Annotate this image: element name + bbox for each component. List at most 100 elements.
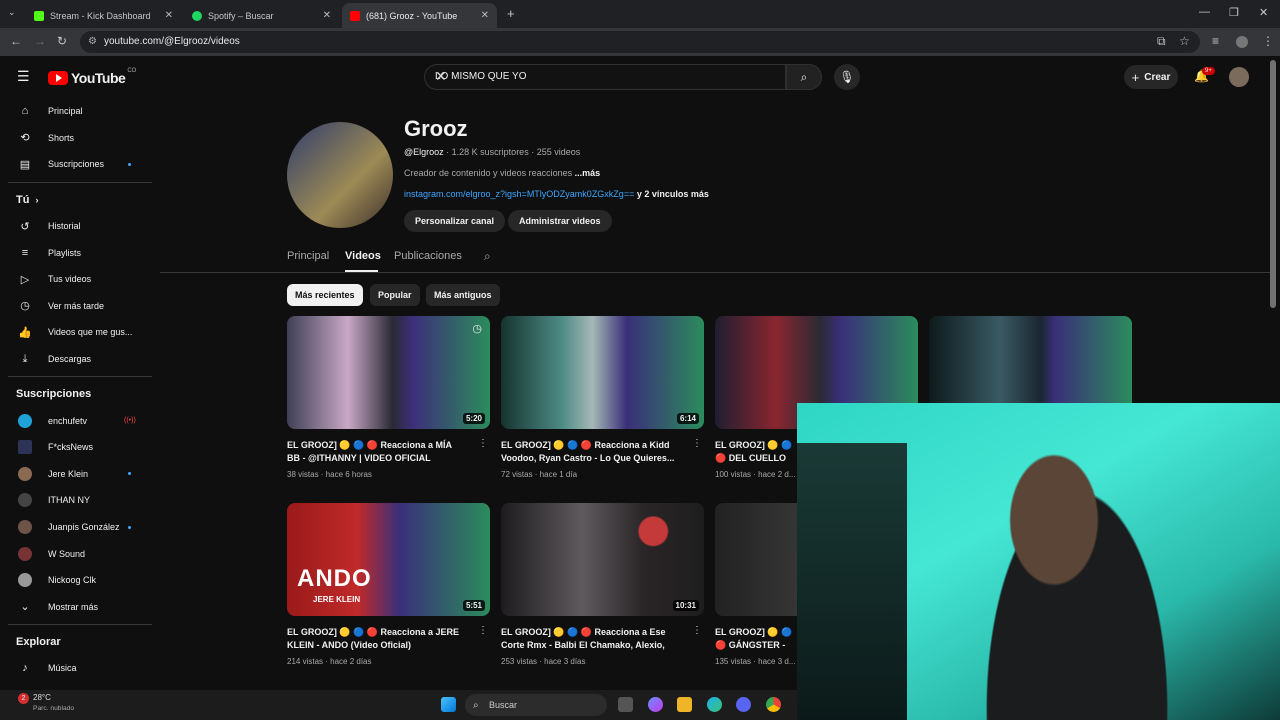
- sidebar-item-downloads[interactable]: ⤓ Descargas: [0, 346, 160, 373]
- more-options-icon[interactable]: ⋮: [478, 625, 488, 636]
- more-options-icon[interactable]: ⋮: [692, 625, 702, 636]
- search-input[interactable]: LO MISMO QUE YO ✕: [424, 64, 786, 90]
- maximize-icon[interactable]: ❐: [1229, 6, 1239, 19]
- more-options-icon[interactable]: ⋮: [478, 438, 488, 449]
- account-avatar[interactable]: [1229, 67, 1249, 87]
- video-title[interactable]: EL GROOZ] 🟡 🔵 🔴 Reacciona a MÍA BB - @IT…: [287, 439, 467, 465]
- close-tab-icon[interactable]: ✕: [165, 10, 173, 21]
- close-tab-icon[interactable]: ✕: [481, 10, 489, 21]
- weather-widget[interactable]: 28°C Parc. nublado: [33, 693, 74, 714]
- sidebar-item-playlists[interactable]: ≡ Playlists: [0, 239, 160, 266]
- sidebar-sub-w-sound[interactable]: W Sound: [0, 540, 160, 567]
- sidebar-item-label: Tus videos: [48, 274, 92, 285]
- video-card[interactable]: 5:20 ◷ EL GROOZ] 🟡 🔵 🔴 Reacciona a MÍA B…: [287, 316, 490, 479]
- sidebar-sub-fcksnews[interactable]: F*cksNews: [0, 434, 160, 461]
- reload-icon[interactable]: ↻: [57, 34, 67, 48]
- you-heading-label: Tú: [16, 193, 30, 206]
- task-view-icon[interactable]: [618, 697, 633, 712]
- video-thumbnail[interactable]: 5:20 ◷: [287, 316, 490, 429]
- video-card[interactable]: 10:31 EL GROOZ] 🟡 🔵 🔴 Reacciona a Ese Co…: [501, 503, 704, 666]
- edge-icon[interactable]: [707, 697, 722, 712]
- sidebar-item-subscriptions[interactable]: ▤ Suscripciones: [0, 151, 160, 178]
- profile-avatar[interactable]: [1236, 36, 1248, 48]
- notification-badge: 9+: [1202, 67, 1215, 75]
- create-button[interactable]: + Crear: [1124, 65, 1178, 89]
- sidebar-sub-ithan-ny[interactable]: ITHAN NY: [0, 487, 160, 514]
- youtube-logo[interactable]: YouTube CO: [48, 68, 137, 86]
- chip-popular[interactable]: Popular: [370, 284, 420, 306]
- sidebar-item-shorts[interactable]: ⟲ Shorts: [0, 125, 160, 152]
- voice-search-button[interactable]: 🎙: [834, 64, 860, 90]
- chrome-icon[interactable]: [766, 697, 781, 712]
- sidebar-item-your-videos[interactable]: ▷ Tus videos: [0, 266, 160, 293]
- hamburger-menu-icon[interactable]: ☰: [17, 68, 30, 85]
- video-title[interactable]: EL GROOZ] 🟡 🔵 🔴 GÁNGSTER - Sayian...: [715, 626, 797, 652]
- sidebar-item-principal[interactable]: ⌂ Principal: [0, 98, 160, 125]
- channel-search-icon[interactable]: ⌕: [484, 249, 491, 264]
- more-links[interactable]: y 2 vínculos más: [637, 189, 709, 199]
- channel-meta: @Elgrooz · 1.28 K suscriptores · 255 vid…: [404, 147, 581, 157]
- clear-search-icon[interactable]: ✕: [435, 68, 775, 85]
- windows-start-icon[interactable]: [441, 697, 456, 712]
- video-card[interactable]: ANDO JERE KLEIN 5:51 EL GROOZ] 🟡 🔵 🔴 Rea…: [287, 503, 490, 666]
- instagram-link[interactable]: instagram.com/elgroo_z?igsh=MTlyODZyamk0…: [404, 189, 634, 199]
- sidebar-item-history[interactable]: ↺ Historial: [0, 213, 160, 240]
- browser-tab-spotify[interactable]: Spotify – Buscar ✕: [184, 3, 339, 28]
- sidebar-item-music[interactable]: ♪ Música: [0, 655, 160, 682]
- copilot-icon[interactable]: [648, 697, 663, 712]
- video-title[interactable]: EL GROOZ] 🟡 🔵 🔴 Reacciona a Kidd Voodoo,…: [501, 439, 681, 465]
- search-button[interactable]: ⌕: [786, 64, 822, 90]
- subscriptions-heading: Suscripciones: [16, 388, 92, 401]
- sidebar: ⌂ Principal ⟲ Shorts ▤ Suscripciones Tú › ↺ H…: [0, 98, 160, 690]
- cast-icon[interactable]: ⧉: [1157, 34, 1166, 49]
- extensions-icon[interactable]: ≡: [1212, 34, 1219, 48]
- close-window-icon[interactable]: ✕: [1259, 6, 1268, 19]
- tab-publicaciones[interactable]: Publicaciones: [394, 250, 462, 262]
- back-icon[interactable]: ←: [10, 34, 22, 48]
- sidebar-item-liked-videos[interactable]: 👍 Videos que me gus...: [0, 319, 160, 346]
- manage-videos-button[interactable]: Administrar videos: [508, 210, 612, 232]
- discord-icon[interactable]: [736, 697, 751, 712]
- channel-description[interactable]: Creador de contenido y videos reacciones…: [404, 168, 600, 178]
- chip-oldest[interactable]: Más antiguos: [426, 284, 500, 306]
- bookmark-star-icon[interactable]: ☆: [1179, 34, 1190, 48]
- minimize-icon[interactable]: —: [1199, 6, 1210, 18]
- sidebar-sub-enchufetv[interactable]: enchufetv ((•)): [0, 407, 160, 434]
- browser-tab-kick[interactable]: Stream - Kick Dashboard ✕: [26, 3, 181, 28]
- sidebar-show-more[interactable]: ⌄ Mostrar más: [0, 594, 160, 621]
- video-title[interactable]: EL GROOZ] 🟡 🔵 🔴 DEL CUELLO RMX (V...: [715, 439, 797, 465]
- customize-channel-button[interactable]: Personalizar canal: [404, 210, 506, 232]
- forward-icon[interactable]: →: [34, 34, 46, 48]
- taskbar-search[interactable]: ⌕ Buscar: [465, 694, 607, 716]
- video-card[interactable]: 6:14 EL GROOZ] 🟡 🔵 🔴 Reacciona a Kidd Vo…: [501, 316, 704, 479]
- video-title[interactable]: EL GROOZ] 🟡 🔵 🔴 Reacciona a Ese Corte Rm…: [501, 626, 681, 652]
- video-thumbnail[interactable]: ANDO JERE KLEIN 5:51: [287, 503, 490, 616]
- watch-later-icon[interactable]: ◷: [472, 322, 482, 335]
- sidebar-sub-nickoog[interactable]: Nickoog Clk: [0, 567, 160, 594]
- sidebar-item-watch-later[interactable]: ◷ Ver más tarde: [0, 293, 160, 320]
- file-explorer-icon[interactable]: [677, 697, 692, 712]
- sidebar-sub-jere-klein[interactable]: Jere Klein: [0, 461, 160, 488]
- new-tab-icon[interactable]: +: [507, 6, 515, 21]
- video-title[interactable]: EL GROOZ] 🟡 🔵 🔴 Reacciona a JERE KLEIN -…: [287, 626, 467, 652]
- video-meta: 253 vistas · hace 3 días: [501, 657, 586, 666]
- sidebar-item-label: Shorts: [48, 132, 75, 143]
- browser-menu-icon[interactable]: ⋮: [1262, 34, 1274, 48]
- tab-principal[interactable]: Principal: [287, 250, 329, 262]
- tab-list-icon[interactable]: ⌄: [8, 7, 16, 18]
- browser-tab-youtube[interactable]: (681) Grooz - YouTube ✕: [342, 3, 497, 28]
- site-info-icon[interactable]: ⚙: [88, 36, 97, 47]
- url-field[interactable]: ⚙ youtube.com/@Elgrooz/videos: [80, 31, 1200, 53]
- sidebar-sub-juanpis[interactable]: Juanpis González: [0, 514, 160, 541]
- page-scrollbar[interactable]: [1270, 60, 1276, 308]
- video-thumbnail[interactable]: 10:31: [501, 503, 704, 616]
- more-link[interactable]: ...más: [575, 168, 601, 178]
- country-code: CO: [127, 68, 137, 74]
- chip-most-recent[interactable]: Más recientes: [287, 284, 363, 306]
- close-tab-icon[interactable]: ✕: [323, 10, 331, 21]
- channel-avatar[interactable]: [287, 122, 393, 228]
- tab-videos[interactable]: Videos: [345, 250, 381, 262]
- more-options-icon[interactable]: ⋮: [692, 438, 702, 449]
- you-section-heading[interactable]: Tú ›: [0, 187, 160, 213]
- video-thumbnail[interactable]: 6:14: [501, 316, 704, 429]
